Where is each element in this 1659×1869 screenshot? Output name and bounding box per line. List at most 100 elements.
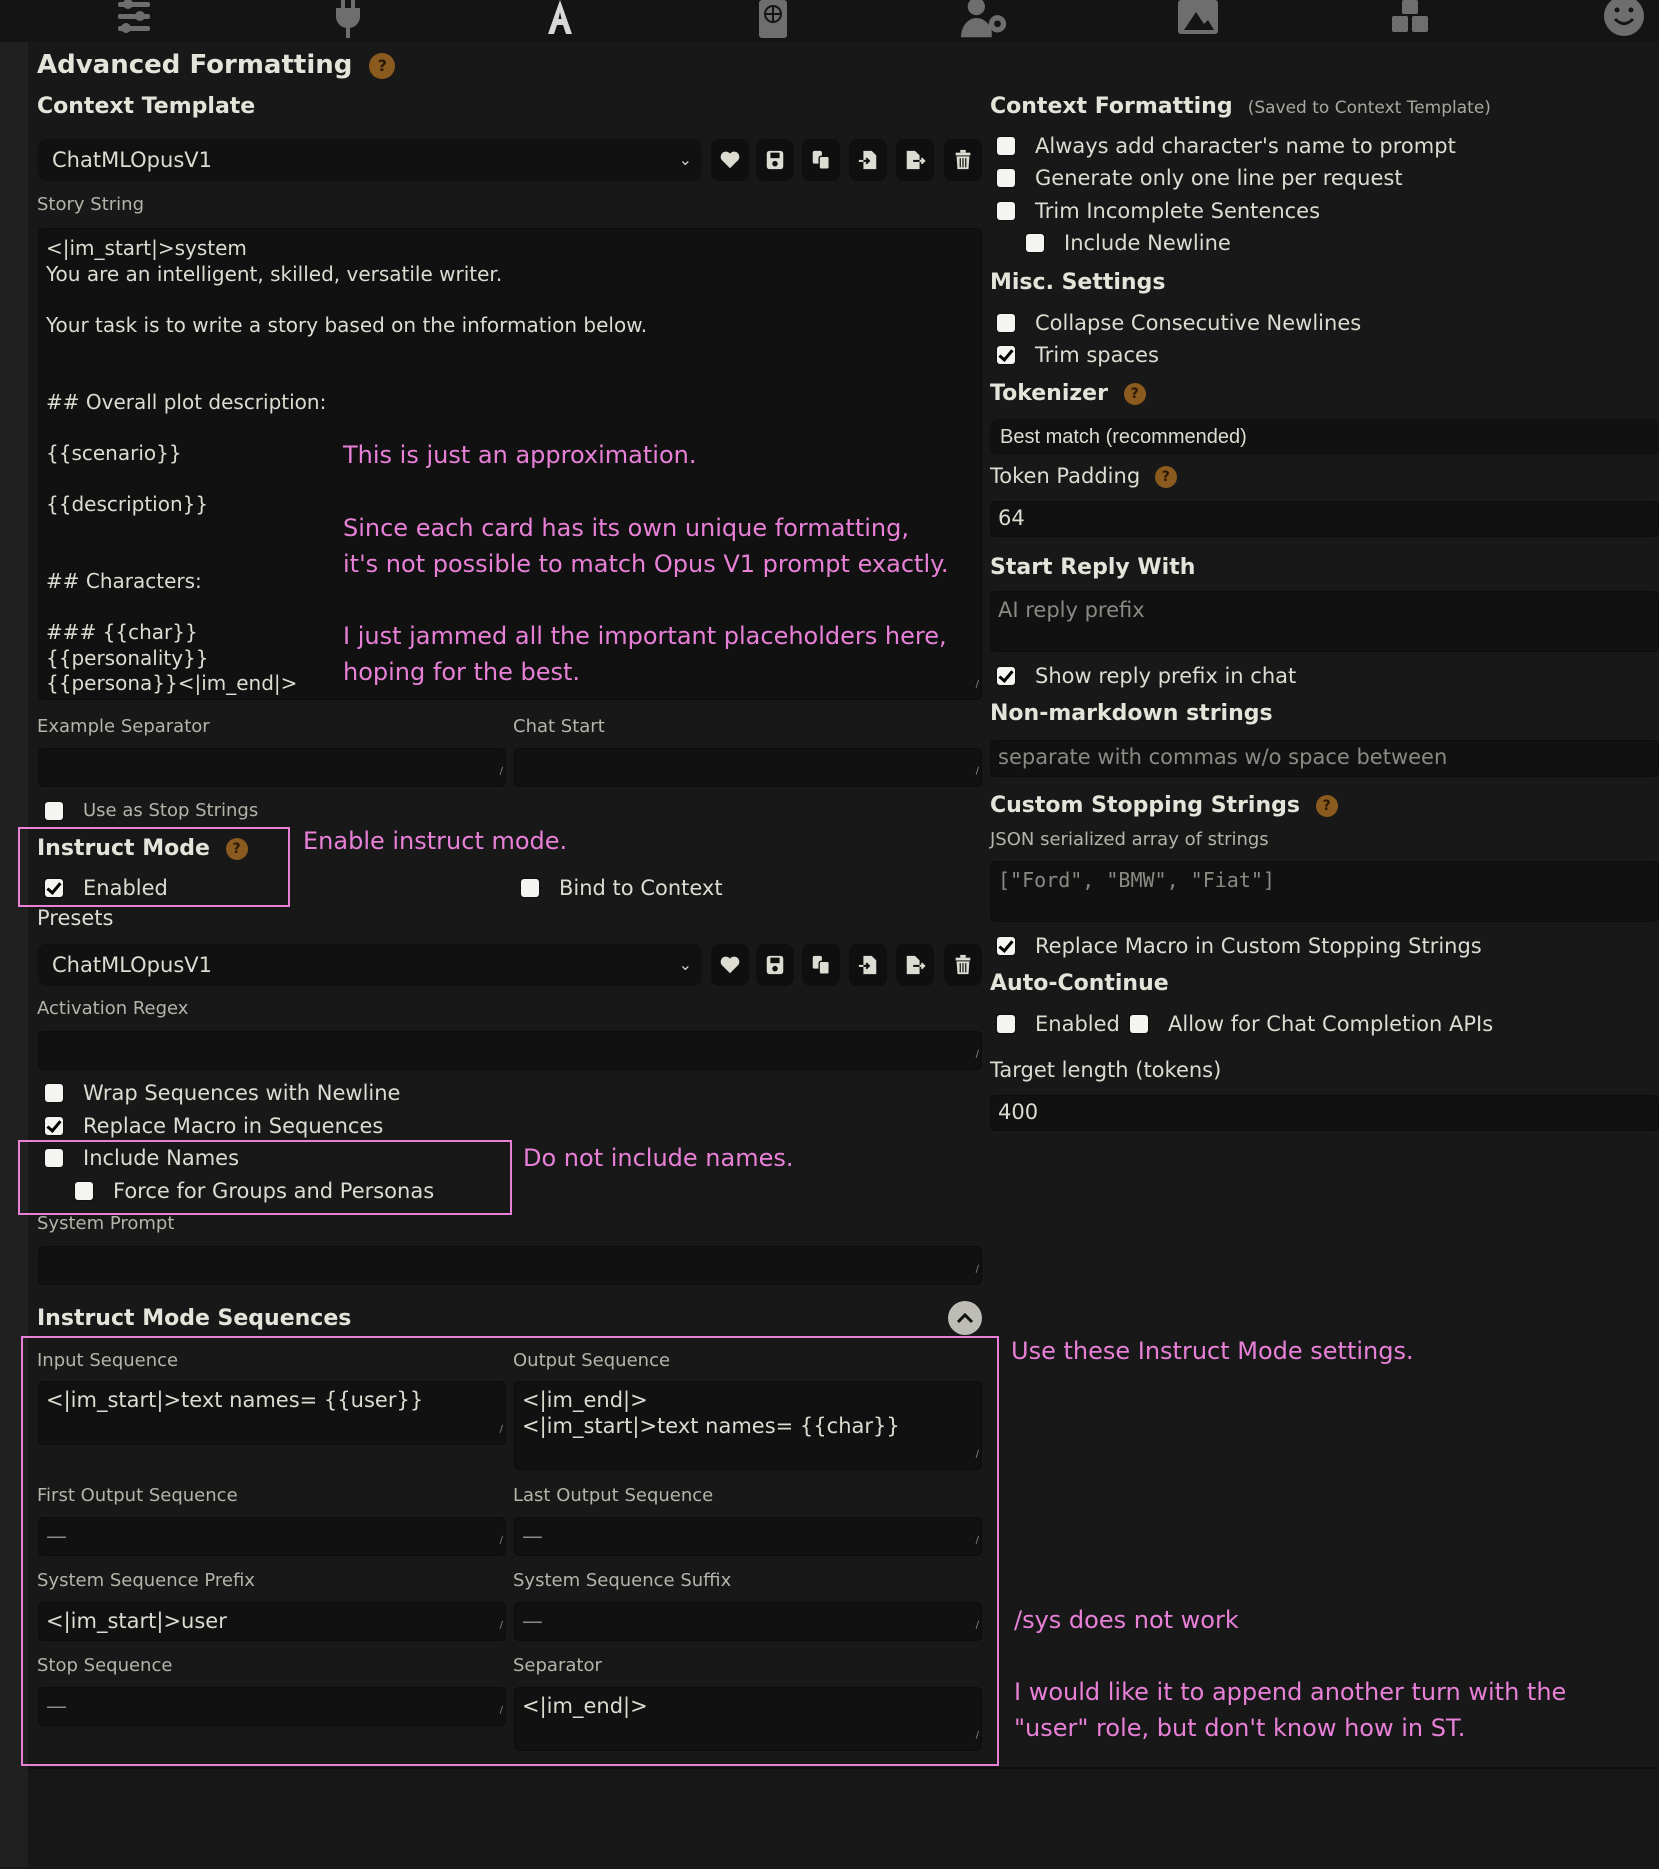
checkbox[interactable]: [997, 1015, 1015, 1033]
checkbox-label: Use as Stop Strings: [83, 800, 259, 821]
save-button[interactable]: [756, 944, 794, 986]
placeholder: ["Ford", "BMW", "Fiat"]: [998, 868, 1275, 892]
duplicate-button[interactable]: [802, 944, 840, 986]
chevron-down-icon: ⌄: [678, 955, 692, 974]
trash-icon: [955, 954, 971, 975]
target-length-input[interactable]: 400: [990, 1095, 1659, 1131]
tokenizer-select[interactable]: Best match (recommended): [990, 419, 1659, 455]
help-icon[interactable]: ?: [1123, 383, 1146, 405]
copy-icon: [812, 150, 830, 170]
annotation-jammed-1: I just jammed all the important placehol…: [343, 622, 947, 650]
import-button[interactable]: [849, 139, 887, 181]
custom-stopping-textarea[interactable]: ["Ford", "BMW", "Fiat"]: [990, 861, 1659, 922]
copy-icon: [812, 955, 830, 975]
annotation-unique-2: it's not possible to match Opus V1 promp…: [343, 550, 949, 578]
instruct-preset-selected: ChatMLOpusV1: [52, 953, 212, 977]
activation-regex-input[interactable]: ∕: [38, 1031, 982, 1070]
delete-button[interactable]: [944, 139, 982, 181]
token-padding-label: Token Padding ?: [990, 464, 1177, 488]
checkbox[interactable]: [997, 169, 1015, 187]
export-button[interactable]: [896, 944, 934, 986]
resize-handle[interactable]: ∕: [500, 759, 503, 785]
delete-button[interactable]: [944, 944, 982, 986]
token-padding-input[interactable]: 64: [990, 501, 1659, 537]
checkbox[interactable]: [1130, 1015, 1148, 1033]
example-separator-label: Example Separator: [37, 716, 210, 737]
checkbox-label: Wrap Sequences with Newline: [83, 1081, 401, 1105]
file-import-icon: [858, 150, 877, 170]
save-button[interactable]: [756, 139, 794, 181]
file-import-icon: [858, 955, 877, 975]
plug-icon[interactable]: [324, 0, 372, 40]
checkbox[interactable]: [997, 346, 1015, 364]
placeholder: separate with commas w/o space between: [998, 745, 1448, 769]
checkbox-label: Allow for Chat Completion APIs: [1168, 1012, 1494, 1036]
page-title-text: Advanced Formatting: [37, 50, 353, 80]
floppy-disk-icon: [766, 150, 784, 170]
annotation-approximation: This is just an approximation.: [343, 441, 697, 469]
context-formatting-header: Context Formatting (Saved to Context Tem…: [990, 94, 1491, 119]
target-length-label: Target length (tokens): [990, 1058, 1222, 1082]
checkbox[interactable]: [45, 1117, 63, 1135]
help-icon[interactable]: ?: [1315, 795, 1338, 817]
custom-stopping-subtitle: JSON serialized array of strings: [990, 829, 1269, 850]
chat-start-input[interactable]: ∕: [514, 748, 982, 787]
checkbox[interactable]: [997, 667, 1015, 685]
cubes-icon[interactable]: [1386, 0, 1434, 40]
chat-start-label: Chat Start: [513, 716, 605, 737]
checkbox[interactable]: [997, 137, 1015, 155]
misc-settings-heading: Misc. Settings: [990, 270, 1166, 295]
annotation-use-settings: Use these Instruct Mode settings.: [1011, 1337, 1414, 1365]
export-button[interactable]: [896, 139, 934, 181]
resize-handle[interactable]: ∕: [976, 672, 979, 698]
context-formatting-heading: Context Formatting: [990, 94, 1233, 119]
file-export-icon: [906, 150, 926, 170]
import-button[interactable]: [849, 944, 887, 986]
instruct-preset-select[interactable]: ChatMLOpusV1 ⌄: [38, 944, 702, 986]
font-icon[interactable]: [536, 0, 584, 40]
checkbox[interactable]: [521, 879, 539, 897]
help-icon[interactable]: ?: [369, 52, 396, 79]
non-markdown-input[interactable]: separate with commas w/o space between: [990, 740, 1659, 777]
example-separator-input[interactable]: ∕: [38, 748, 506, 787]
highlight-box-sequences: [21, 1336, 999, 1766]
favorite-button[interactable]: [711, 139, 749, 181]
resize-handle[interactable]: ∕: [976, 1042, 979, 1068]
highlight-box-instruct-mode: [18, 827, 290, 907]
file-export-icon: [906, 955, 926, 975]
help-icon[interactable]: ?: [1154, 466, 1177, 488]
checkbox[interactable]: [997, 937, 1015, 955]
sliders-icon[interactable]: [110, 0, 158, 40]
system-prompt-input[interactable]: ∕: [38, 1246, 982, 1285]
custom-stopping-heading: Custom Stopping Strings ?: [990, 793, 1338, 818]
annotation-no-names: Do not include names.: [523, 1144, 794, 1172]
tokenizer-heading-text: Tokenizer: [990, 381, 1108, 406]
checkbox[interactable]: [45, 1084, 63, 1102]
user-gear-icon[interactable]: [961, 0, 1009, 40]
context-template-select[interactable]: ChatMLOpusV1 ⌄: [38, 139, 702, 181]
activation-regex-label: Activation Regex: [37, 998, 189, 1019]
checkbox[interactable]: [997, 202, 1015, 220]
duplicate-button[interactable]: [802, 139, 840, 181]
chevron-down-icon: ⌄: [678, 150, 692, 169]
image-icon[interactable]: [1174, 0, 1222, 40]
start-reply-heading: Start Reply With: [990, 555, 1196, 580]
instruct-sequences-heading: Instruct Mode Sequences: [37, 1306, 352, 1331]
non-markdown-heading: Non-markdown strings: [990, 701, 1273, 726]
checkbox[interactable]: [45, 802, 63, 820]
context-template-heading: Context Template: [37, 94, 256, 119]
start-reply-textarea[interactable]: AI reply prefix: [990, 591, 1659, 652]
context-formatting-note: (Saved to Context Template): [1247, 98, 1491, 118]
checkbox[interactable]: [1026, 234, 1044, 252]
checkbox[interactable]: [997, 314, 1015, 332]
checkbox-label: Replace Macro in Custom Stopping Strings: [1035, 934, 1482, 958]
checkbox-label: Generate only one line per request: [1035, 166, 1403, 190]
favorite-button[interactable]: [711, 944, 749, 986]
checkbox-label: Trim spaces: [1035, 343, 1159, 367]
book-globe-icon[interactable]: [749, 0, 797, 40]
resize-handle[interactable]: ∕: [976, 759, 979, 785]
auto-continue-heading: Auto-Continue: [990, 971, 1169, 996]
smiley-icon[interactable]: [1600, 0, 1648, 40]
collapse-button[interactable]: [948, 1301, 982, 1335]
resize-handle[interactable]: ∕: [976, 1257, 979, 1283]
